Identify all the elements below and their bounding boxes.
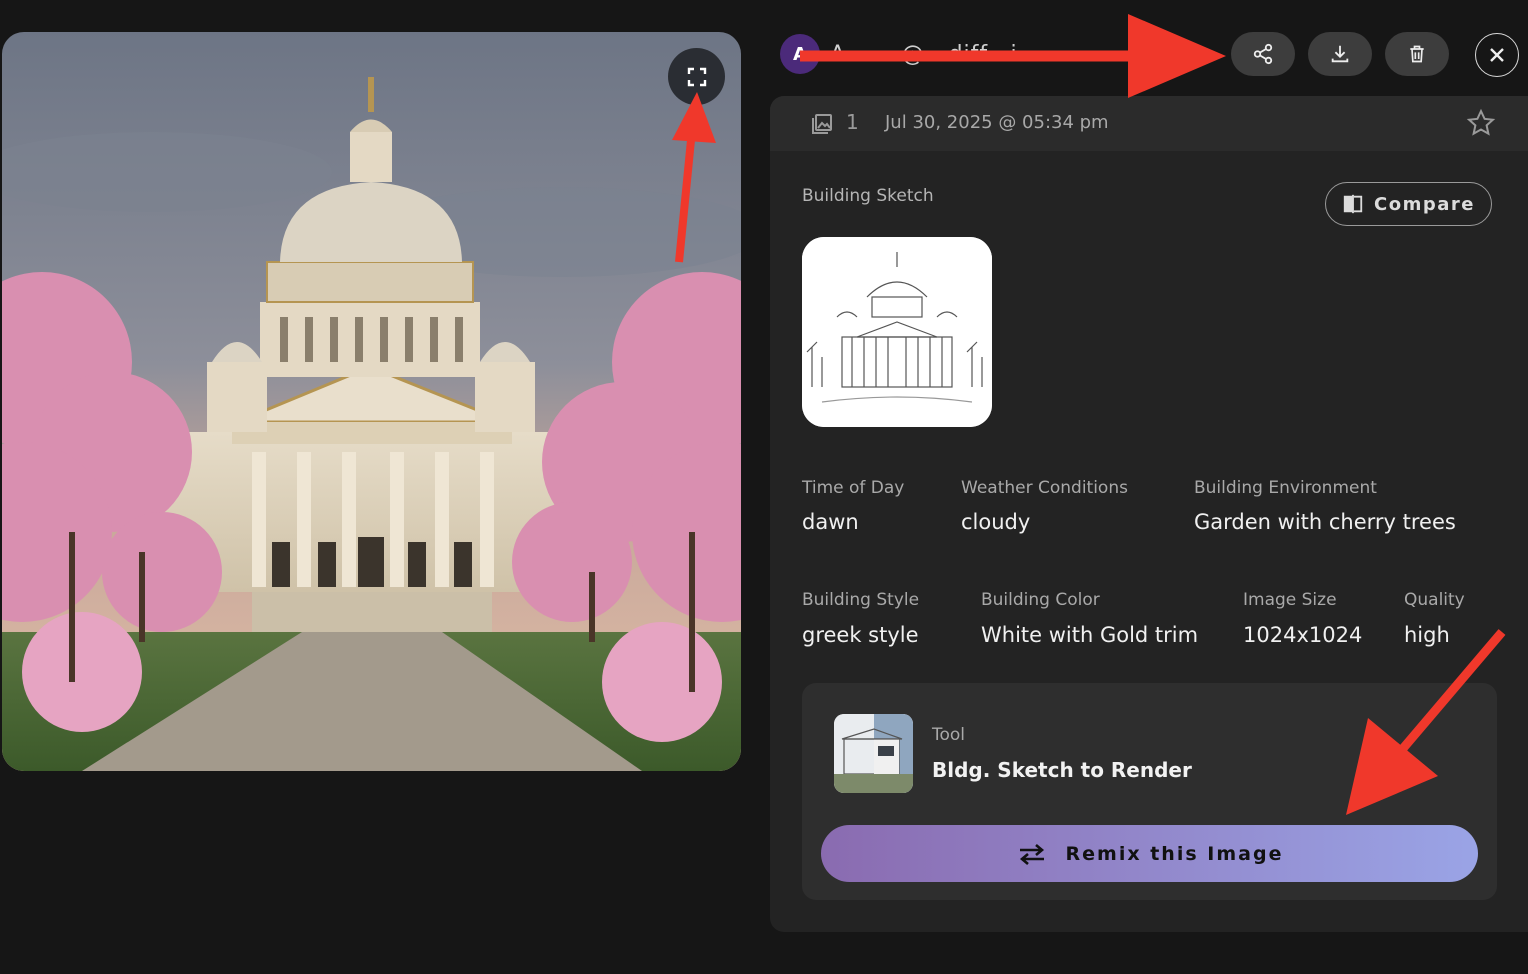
share-button[interactable]: [1231, 32, 1295, 76]
attr-quality-value: high: [1404, 623, 1450, 647]
download-button[interactable]: [1308, 32, 1372, 76]
attr-environment-value: Garden with cherry trees: [1194, 510, 1456, 534]
main-render-image: [2, 32, 741, 771]
favorite-star-icon[interactable]: [1466, 108, 1496, 138]
attr-size-value: 1024x1024: [1243, 623, 1363, 647]
attr-weather-label: Weather Conditions: [961, 478, 1128, 498]
sketch-label: Building Sketch: [802, 186, 934, 206]
fullscreen-button[interactable]: [668, 48, 725, 105]
tool-name[interactable]: Bldg. Sketch to Render: [932, 758, 1192, 782]
attr-quality-label: Quality: [1404, 590, 1465, 610]
compare-icon: [1343, 194, 1363, 214]
username: A... ...@...diff...i: [830, 42, 1018, 67]
tool-label: Tool: [932, 725, 966, 745]
compare-button[interactable]: Compare: [1325, 182, 1492, 226]
attr-color-value: White with Gold trim: [981, 623, 1199, 647]
compare-label: Compare: [1374, 193, 1475, 215]
attr-color-label: Building Color: [981, 590, 1100, 610]
swap-arrows-icon: [1019, 843, 1044, 865]
avatar-initial: A: [793, 43, 807, 65]
attr-size-label: Image Size: [1243, 590, 1337, 610]
sketch-thumbnail[interactable]: [802, 237, 992, 427]
attr-time-value: dawn: [802, 510, 859, 534]
avatar[interactable]: A: [780, 34, 820, 74]
panel-header: 1 Jul 30, 2025 @ 05:34 pm: [770, 96, 1528, 151]
tool-thumbnail[interactable]: [834, 714, 913, 793]
created-date: Jul 30, 2025 @ 05:34 pm: [885, 112, 1109, 133]
remix-button[interactable]: Remix this Image: [821, 825, 1478, 882]
download-icon: [1331, 45, 1349, 63]
attr-style-value: greek style: [802, 623, 919, 647]
delete-button[interactable]: [1385, 32, 1449, 76]
share-icon: [1253, 43, 1273, 65]
close-button[interactable]: [1475, 33, 1519, 77]
expand-icon: [687, 67, 706, 86]
attr-weather-value: cloudy: [961, 510, 1031, 534]
attr-environment-label: Building Environment: [1194, 478, 1377, 498]
tool-card: Tool Bldg. Sketch to Render Remix this I…: [802, 683, 1497, 900]
trash-icon: [1410, 45, 1424, 63]
close-icon: [1490, 48, 1504, 62]
remix-label: Remix this Image: [1065, 842, 1284, 865]
attr-style-label: Building Style: [802, 590, 920, 610]
details-panel: 1 Jul 30, 2025 @ 05:34 pm Building Sketc…: [770, 96, 1528, 932]
attr-time-label: Time of Day: [802, 478, 905, 498]
images-icon: [812, 114, 832, 134]
image-count: 1: [846, 110, 859, 134]
